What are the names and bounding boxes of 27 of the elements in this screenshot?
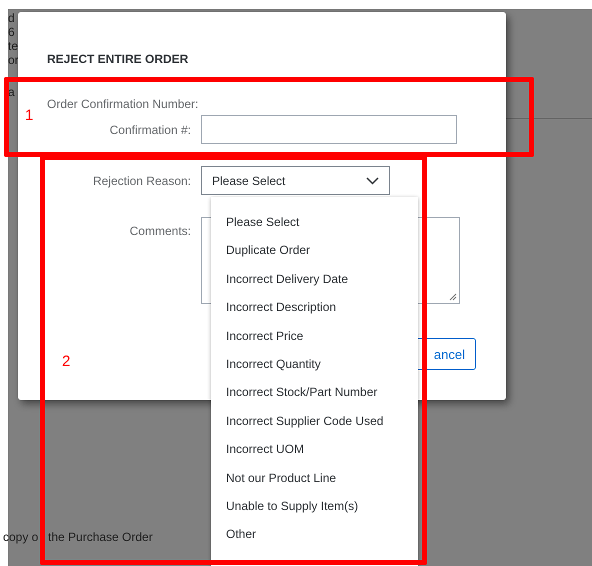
resize-grip-icon <box>449 293 457 301</box>
chevron-down-icon <box>366 176 379 184</box>
section-label: Order Confirmation Number: <box>47 97 200 111</box>
dropdown-option[interactable]: Incorrect Delivery Date <box>211 264 418 294</box>
annotation-number: 2 <box>62 353 70 370</box>
input-field[interactable] <box>201 115 457 144</box>
background-text: the Purchase Order <box>48 530 153 544</box>
dropdown-option[interactable]: Incorrect UOM <box>211 435 418 464</box>
background-text: a <box>8 85 16 99</box>
rejection-select[interactable]: Please Select <box>201 166 390 195</box>
background-text: or <box>8 53 19 67</box>
background-text: te <box>8 39 19 53</box>
dropdown-option[interactable]: Incorrect Supplier Code Used <box>211 406 418 436</box>
field-label: Confirmation #: <box>108 122 192 136</box>
field-label: Rejection Reason: <box>92 174 192 188</box>
dropdown-option[interactable]: Incorrect Stock/Part Number <box>211 378 418 407</box>
dropdown-option[interactable]: Please Select <box>211 208 418 236</box>
background-text: 6 <box>8 25 16 39</box>
field-label: Comments: <box>128 224 192 238</box>
background-text: d <box>8 11 16 25</box>
dropdown-option[interactable]: Other <box>211 520 418 549</box>
dropdown-option[interactable]: Duplicate Order <box>211 236 418 265</box>
dropdown-option[interactable]: Not our Product Line <box>211 464 418 492</box>
dropdown-option[interactable]: Unable to Supply Item(s) <box>211 492 418 520</box>
dialog-title: REJECT ENTIRE ORDER <box>47 52 190 66</box>
annotation-number: 1 <box>25 107 34 124</box>
dropdown-option[interactable]: Incorrect Description <box>211 293 418 322</box>
